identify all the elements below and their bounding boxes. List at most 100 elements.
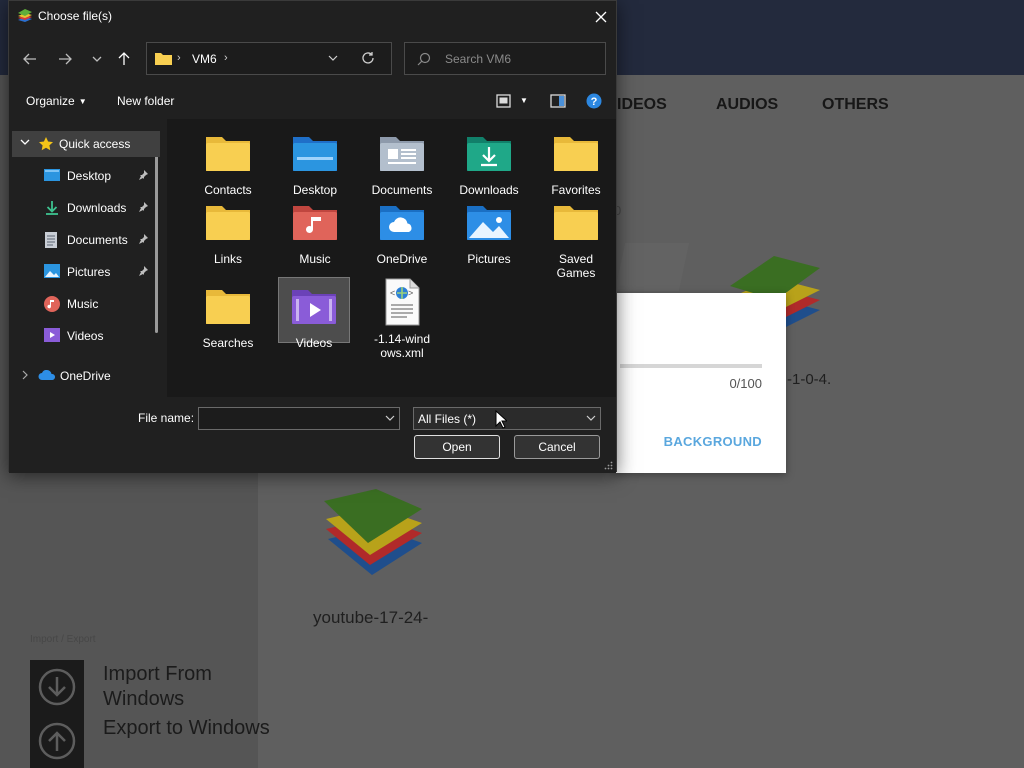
faint-thumbnail <box>614 243 690 291</box>
chevron-down-icon <box>586 415 596 421</box>
navigation-bar: › VM6 › Search VM6 <box>9 32 616 84</box>
file-item-label: Videos <box>295 336 333 350</box>
pin-icon[interactable] <box>137 233 149 245</box>
organize-button[interactable]: Organize ▼ <box>26 94 87 108</box>
file-item-pictures[interactable]: Pictures <box>453 198 525 266</box>
file-item-label: Contacts <box>204 183 252 197</box>
music-folder-icon <box>291 198 339 246</box>
search-box[interactable]: Search VM6 <box>404 42 606 75</box>
file-name-input[interactable] <box>198 407 400 430</box>
file-caption: -1-0-4. <box>787 371 832 388</box>
file-item-xml[interactable]: < > -1.14-wind ows.xml <box>366 278 438 360</box>
file-item-label: Saved Games <box>556 252 596 280</box>
preview-pane-icon[interactable] <box>550 94 566 108</box>
nav-item-desktop[interactable]: Desktop <box>12 163 160 189</box>
navigation-pane: Quick access Desktop Downloads Documents… <box>9 127 167 397</box>
dialog-footer: File name: All Files (*) Open Cancel <box>9 397 616 473</box>
file-caption: youtube-17-24- <box>313 608 429 627</box>
music-icon <box>44 296 60 312</box>
back-button[interactable] <box>19 48 41 70</box>
address-bar[interactable]: › VM6 › <box>146 42 392 75</box>
cancel-button[interactable]: Cancel <box>514 435 600 459</box>
svg-text:>: > <box>408 288 413 298</box>
nav-item-label: Music <box>67 297 99 311</box>
nav-item-videos[interactable]: Videos <box>12 323 160 349</box>
nav-item-onedrive[interactable]: OneDrive <box>12 363 160 389</box>
progress-count: 0/100 <box>729 376 762 391</box>
folder-icon <box>204 198 252 246</box>
file-item-label: Links <box>213 252 242 266</box>
folder-icon <box>552 198 600 246</box>
view-options-icon[interactable] <box>496 94 512 108</box>
file-item-saved-games[interactable]: Saved Games <box>540 198 612 280</box>
import-from-windows-button[interactable]: Import From Windows <box>30 660 260 714</box>
bluestacks-logo <box>324 489 422 575</box>
caret-down-icon[interactable]: ▼ <box>520 96 528 105</box>
export-to-windows-button[interactable]: Export to Windows <box>30 714 270 768</box>
progress-dialog: 0/100 BACKGROUND <box>612 293 786 473</box>
dialog-title-bar: Choose file(s) <box>9 1 616 32</box>
help-icon[interactable]: ? <box>586 93 602 109</box>
tab-videos[interactable]: IDEOS <box>617 96 667 114</box>
file-item-contacts[interactable]: Contacts <box>192 129 264 197</box>
file-item-desktop[interactable]: Desktop <box>279 129 351 197</box>
videos-folder-icon <box>290 282 338 330</box>
file-item-documents[interactable]: Documents <box>366 129 438 197</box>
file-item-label: Pictures <box>467 252 511 266</box>
address-path[interactable]: VM6 <box>192 52 217 66</box>
file-item-downloads[interactable]: Downloads <box>453 129 525 197</box>
nav-item-downloads[interactable]: Downloads <box>12 195 160 221</box>
file-item-searches[interactable]: Searches <box>192 282 264 350</box>
chevron-down-icon[interactable] <box>327 52 339 64</box>
video-icon <box>44 328 60 342</box>
file-item-label: Favorites <box>551 183 601 197</box>
forward-button[interactable] <box>54 48 76 70</box>
new-folder-button[interactable]: New folder <box>117 94 174 108</box>
file-type-select[interactable]: All Files (*) <box>413 407 601 430</box>
file-item-music[interactable]: Music <box>279 198 351 266</box>
pin-icon[interactable] <box>137 169 149 181</box>
nav-item-quick-access[interactable]: Quick access <box>12 131 160 157</box>
search-input[interactable]: Search VM6 <box>445 52 511 66</box>
breadcrumb-chevron-icon: › <box>177 52 181 64</box>
refresh-icon[interactable] <box>361 51 375 65</box>
background-button[interactable]: BACKGROUND <box>664 434 762 449</box>
close-button[interactable] <box>586 1 616 32</box>
tab-others[interactable]: OTHERS <box>822 96 889 114</box>
open-button[interactable]: Open <box>414 435 500 459</box>
chevron-right-icon[interactable] <box>21 370 29 380</box>
file-item-onedrive[interactable]: OneDrive <box>366 198 438 266</box>
resize-grip-icon[interactable] <box>604 461 613 470</box>
command-toolbar: Organize ▼ New folder ▼ ? <box>9 84 616 119</box>
folder-icon <box>204 282 252 330</box>
nav-item-label: OneDrive <box>60 369 111 383</box>
pictures-folder-icon <box>465 198 513 246</box>
file-item-videos[interactable]: Videos <box>278 277 350 350</box>
desktop-folder-icon <box>291 129 339 177</box>
progress-bar <box>620 364 762 368</box>
file-name-label: File name: <box>138 411 195 425</box>
file-item-favorites[interactable]: Favorites <box>540 129 612 197</box>
file-item-label-line: -1.14-wind <box>373 332 431 346</box>
nav-item-pictures[interactable]: Pictures <box>12 259 160 285</box>
chevron-down-icon[interactable] <box>20 138 30 146</box>
pin-icon[interactable] <box>137 265 149 277</box>
chevron-down-icon <box>92 56 102 62</box>
breadcrumb-chevron-icon[interactable]: › <box>224 52 228 64</box>
mouse-cursor-icon <box>495 410 507 429</box>
recent-locations-button[interactable] <box>86 48 108 70</box>
pin-icon[interactable] <box>137 201 149 213</box>
downloads-folder-icon <box>465 129 513 177</box>
folder-icon <box>155 53 172 65</box>
file-item-label: -1.14-wind ows.xml <box>366 332 438 360</box>
import-export-heading: Import / Export <box>30 634 96 645</box>
nav-item-music[interactable]: Music <box>12 291 160 317</box>
nav-item-label: Videos <box>67 329 104 343</box>
nav-item-documents[interactable]: Documents <box>12 227 160 253</box>
file-item-links[interactable]: Links <box>192 198 264 266</box>
nav-item-label: Downloads <box>67 201 127 215</box>
up-button[interactable] <box>113 48 135 70</box>
tab-audios[interactable]: AUDIOS <box>716 96 778 114</box>
chevron-down-icon[interactable] <box>385 414 395 422</box>
file-type-value: All Files (*) <box>418 412 477 426</box>
